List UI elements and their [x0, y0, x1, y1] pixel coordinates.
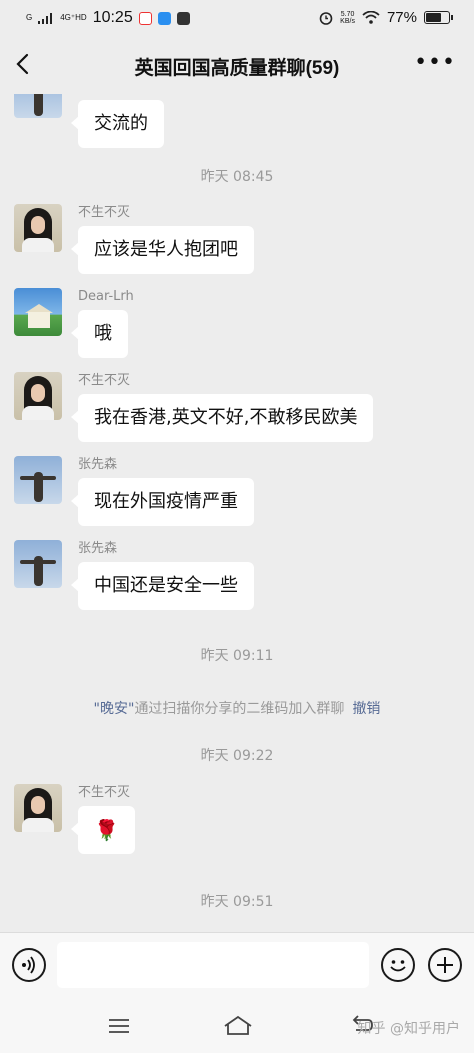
emoji-icon[interactable]	[381, 948, 415, 982]
wifi-icon	[362, 11, 380, 24]
sender-name: 不生不灭	[78, 785, 131, 800]
woman-avatar[interactable]	[14, 372, 62, 420]
sender-name: 不生不灭	[78, 373, 131, 388]
more-options-icon[interactable]: •••	[414, 52, 456, 74]
battery-icon	[424, 11, 453, 24]
message-item: 张先森 现在外国疫情严重	[14, 456, 254, 526]
weibo-icon	[138, 11, 152, 25]
alarm-icon	[319, 11, 333, 25]
message-item: 交流的	[14, 94, 164, 148]
system-message-text: 通过扫描你分享的二维码加入群聊	[134, 701, 345, 717]
chat-title: 英国回国高质量群聊(59)	[134, 58, 340, 79]
sky-avatar[interactable]	[14, 94, 62, 118]
menu-icon[interactable]	[108, 1018, 130, 1034]
sender-name: Dear-Lrh	[78, 289, 134, 304]
joined-user-name[interactable]: "晚安"	[94, 701, 135, 717]
message-list[interactable]: 交流的 昨天 08:45 不生不灭 应该是华人抱团吧 Dear-Lrh 哦 不生…	[0, 94, 474, 932]
message-item: 不生不灭 我在香港,英文不好,不敢移民欧美	[14, 372, 374, 442]
voice-input-icon[interactable]	[12, 948, 46, 982]
message-item: 不生不灭 应该是华人抱团吧	[14, 204, 254, 274]
net-speed: 5.70 KB/s	[340, 10, 355, 25]
beach-avatar[interactable]	[14, 288, 62, 336]
woman-avatar[interactable]	[14, 204, 62, 252]
message-bubble[interactable]: 我在香港,英文不好,不敢移民欧美	[70, 394, 374, 442]
woman-avatar[interactable]	[14, 784, 62, 832]
signal-icon	[38, 12, 53, 24]
message-input[interactable]	[57, 942, 369, 988]
battery-percent: 77%	[386, 9, 417, 26]
watermark: 知乎 @知乎用户	[357, 1021, 460, 1037]
timestamp: 昨天 09:51	[200, 894, 274, 910]
timestamp: 昨天 09:22	[200, 748, 274, 764]
system-message: "晚安"通过扫描你分享的二维码加入群聊 撤销	[0, 698, 474, 718]
signal-indicator: G	[26, 13, 33, 22]
revoke-link[interactable]: 撤销	[352, 701, 380, 717]
message-bubble[interactable]: 应该是华人抱团吧	[71, 226, 254, 274]
sky-avatar[interactable]	[14, 540, 62, 588]
system-navigation: 知乎 @知乎用户	[0, 998, 474, 1053]
chat-header: 英国回国高质量群聊(59) •••	[0, 36, 474, 94]
sender-name: 不生不灭	[78, 205, 131, 220]
message-item: Dear-Lrh 哦	[14, 288, 134, 358]
status-bar: G 4G⁺HD 10:25 5.70 KB/s 77%	[0, 0, 474, 36]
sender-name: 张先森	[78, 541, 118, 556]
clock: 10:25	[92, 9, 133, 26]
sender-name: 张先森	[78, 457, 118, 472]
message-bubble[interactable]: 现在外国疫情严重	[71, 478, 254, 526]
app-dark-icon	[176, 11, 190, 25]
message-item: 张先森 中国还是安全一些	[14, 540, 254, 610]
message-bubble[interactable]: 交流的	[71, 100, 164, 148]
input-bar	[0, 932, 474, 998]
home-icon[interactable]	[222, 1014, 254, 1036]
message-bubble[interactable]: 中国还是安全一些	[71, 562, 254, 610]
plus-icon[interactable]	[428, 948, 462, 982]
app-blue-icon	[157, 11, 171, 25]
sky-avatar[interactable]	[14, 456, 62, 504]
timestamp: 昨天 08:45	[200, 169, 274, 185]
message-bubble[interactable]: 哦	[71, 310, 128, 358]
timestamp: 昨天 09:11	[200, 648, 274, 664]
rose-sticker-bubble[interactable]: 🌹	[71, 806, 135, 854]
message-item: 不生不灭 🌹	[14, 784, 135, 854]
network-type: 4G⁺HD	[60, 13, 87, 22]
